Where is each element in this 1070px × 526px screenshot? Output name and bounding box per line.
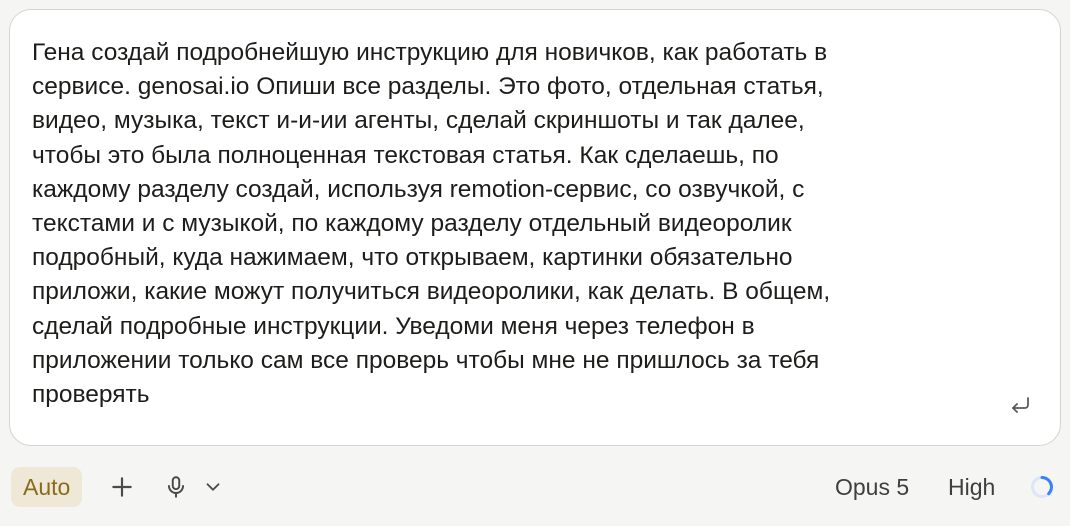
- model-selector[interactable]: Opus 5: [835, 471, 909, 503]
- microphone-icon[interactable]: [163, 474, 189, 500]
- plus-icon[interactable]: [109, 474, 135, 500]
- effort-selector[interactable]: High: [948, 471, 995, 503]
- chevron-down-icon[interactable]: [202, 474, 224, 500]
- mode-selector-button[interactable]: Auto: [11, 467, 83, 507]
- composer-toolbar: Auto Opus 5 High: [0, 460, 1070, 516]
- prompt-input[interactable]: Гена создай подробнейшую инструкцию для …: [32, 36, 992, 412]
- prompt-composer[interactable]: Гена создай подробнейшую инструкцию для …: [9, 9, 1061, 446]
- return-enter-icon[interactable]: [1008, 393, 1032, 417]
- loading-spinner-icon: [1029, 474, 1055, 500]
